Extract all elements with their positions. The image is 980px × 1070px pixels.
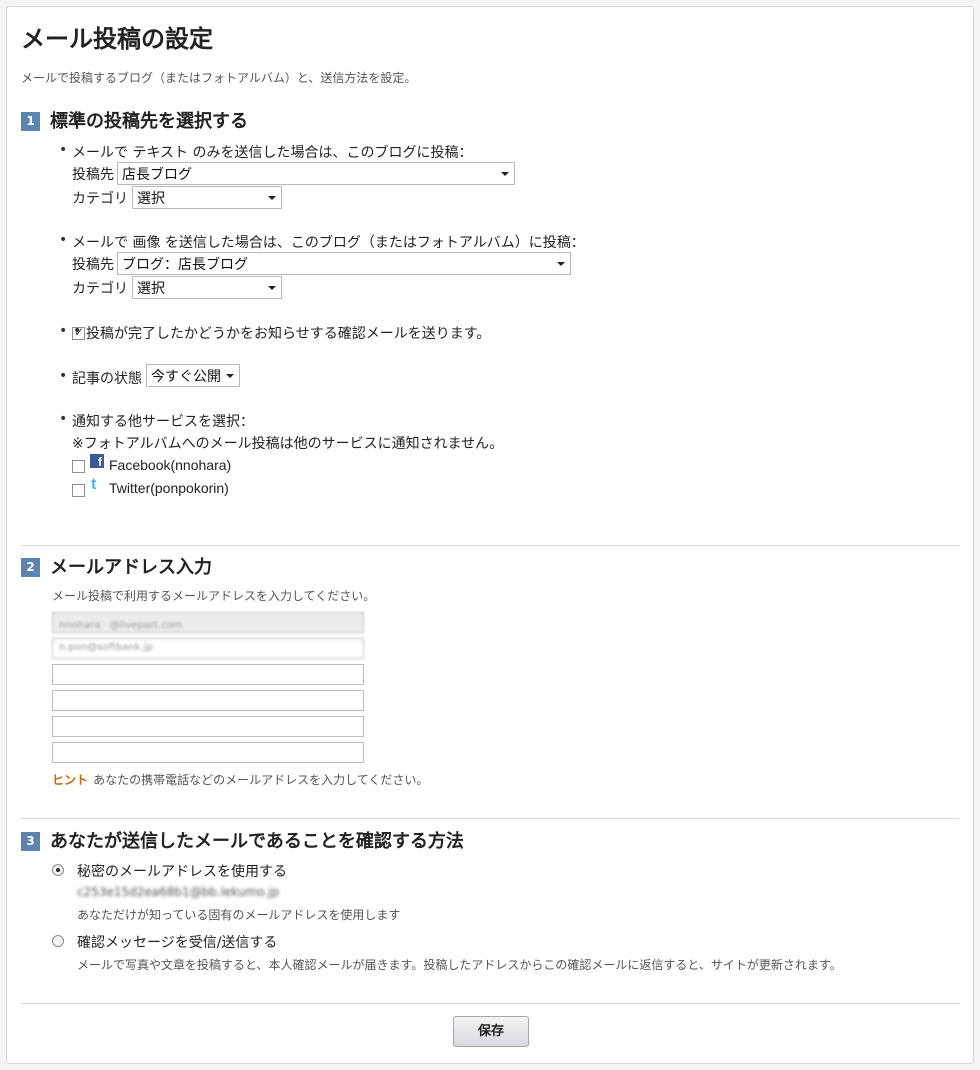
confirm-message-description: メールで写真や文章を投稿すると、本人確認メールが届きます。投稿したアドレスからこ… bbox=[77, 958, 842, 972]
image-destination-select[interactable]: ブログ：店長ブログ bbox=[117, 252, 571, 275]
notify-label: 通知する他サービスを選択： bbox=[59, 411, 254, 431]
text-category-label: カテゴリ bbox=[72, 191, 128, 207]
facebook-label: Facebook(nnohara) bbox=[109, 457, 232, 473]
chevron-down-icon bbox=[268, 196, 276, 200]
email-field-5[interactable] bbox=[52, 716, 364, 737]
divider bbox=[21, 1003, 959, 1004]
section1-heading: 1 標準の投稿先を選択する bbox=[21, 107, 248, 133]
section3-title: あなたが送信したメールであることを確認する方法 bbox=[50, 831, 464, 852]
section3-heading: 3 あなたが送信したメールであることを確認する方法 bbox=[21, 827, 464, 853]
text-rule-label: メールで テキスト のみを送信した場合は、このブログに投稿： bbox=[59, 142, 472, 162]
hint: ヒント あなたの携帯電話などのメールアドレスを入力してください。 bbox=[52, 769, 428, 788]
chevron-down-icon bbox=[557, 262, 565, 266]
chevron-down-icon bbox=[268, 286, 276, 290]
confirm-message-label: 確認メッセージを受信/送信する bbox=[77, 935, 278, 951]
hint-text: あなたの携帯電話などのメールアドレスを入力してください。 bbox=[93, 773, 429, 787]
notify-note: ※フォトアルバムへのメール投稿は他のサービスに通知されません。 bbox=[72, 436, 504, 452]
image-keyword: 画像 bbox=[132, 235, 161, 251]
text-category-select[interactable]: 選択 bbox=[132, 186, 282, 209]
save-button[interactable]: 保存 bbox=[453, 1016, 529, 1047]
article-state-label: 記事の状態 bbox=[59, 368, 142, 388]
image-category-label: カテゴリ bbox=[72, 281, 128, 297]
twitter-icon: t bbox=[91, 476, 97, 493]
email-field-6[interactable] bbox=[52, 742, 364, 763]
section2-number: 2 bbox=[21, 558, 40, 577]
facebook-icon: f bbox=[90, 454, 104, 469]
section1-title: 標準の投稿先を選択する bbox=[50, 111, 248, 132]
text-dest-label: 投稿先 bbox=[72, 167, 114, 183]
hint-label: ヒント bbox=[52, 773, 89, 787]
page-title: メール投稿の設定 bbox=[21, 25, 213, 53]
text-keyword: テキスト bbox=[132, 145, 189, 161]
twitter-checkbox[interactable] bbox=[72, 484, 85, 497]
image-category-select[interactable]: 選択 bbox=[132, 276, 282, 299]
settings-panel: メール投稿の設定 メールで投稿するブログ（またはフォトアルバム）と、送信方法を設… bbox=[6, 6, 974, 1064]
divider bbox=[21, 818, 959, 819]
article-state-select[interactable]: 今すぐ公開 bbox=[146, 364, 240, 387]
image-dest-label: 投稿先 bbox=[72, 257, 114, 273]
section3-number: 3 bbox=[21, 832, 40, 851]
facebook-checkbox[interactable] bbox=[72, 460, 85, 473]
twitter-label: Twitter(ponpokorin) bbox=[109, 480, 229, 496]
divider bbox=[21, 545, 959, 546]
email-field-3[interactable] bbox=[52, 664, 364, 685]
section2-title: メールアドレス入力 bbox=[50, 557, 212, 578]
email-field-4[interactable] bbox=[52, 690, 364, 711]
secret-address-description: あなただけが知っている固有のメールアドレスを使用します bbox=[77, 908, 401, 922]
email-field-2[interactable]: n.pon@softbank.jp bbox=[52, 638, 364, 659]
confirm-message-radio[interactable] bbox=[52, 935, 64, 947]
section2-heading: 2 メールアドレス入力 bbox=[21, 553, 212, 579]
page-description: メールで投稿するブログ（またはフォトアルバム）と、送信方法を設定。 bbox=[21, 71, 417, 85]
secret-address-radio[interactable] bbox=[52, 864, 64, 876]
confirm-mail-label: 投稿が完了したかどうかをお知らせする確認メールを送ります。 bbox=[73, 323, 490, 343]
section2-description: メール投稿で利用するメールアドレスを入力してください。 bbox=[52, 589, 376, 603]
chevron-down-icon bbox=[226, 374, 234, 378]
bullet: • bbox=[59, 323, 68, 339]
secret-address-value: c253e15d2ea68b1@bb.lekumo.jp bbox=[77, 885, 280, 899]
secret-address-label: 秘密のメールアドレスを使用する bbox=[77, 864, 287, 880]
text-destination-select[interactable]: 店長ブログ bbox=[117, 162, 515, 185]
chevron-down-icon bbox=[501, 172, 509, 176]
email-field-1[interactable]: nnoharaㅤ@livepart.com bbox=[52, 612, 364, 633]
section1-number: 1 bbox=[21, 112, 40, 131]
image-rule-label: メールで 画像 を送信した場合は、このブログ（またはフォトアルバム）に投稿： bbox=[59, 232, 585, 252]
